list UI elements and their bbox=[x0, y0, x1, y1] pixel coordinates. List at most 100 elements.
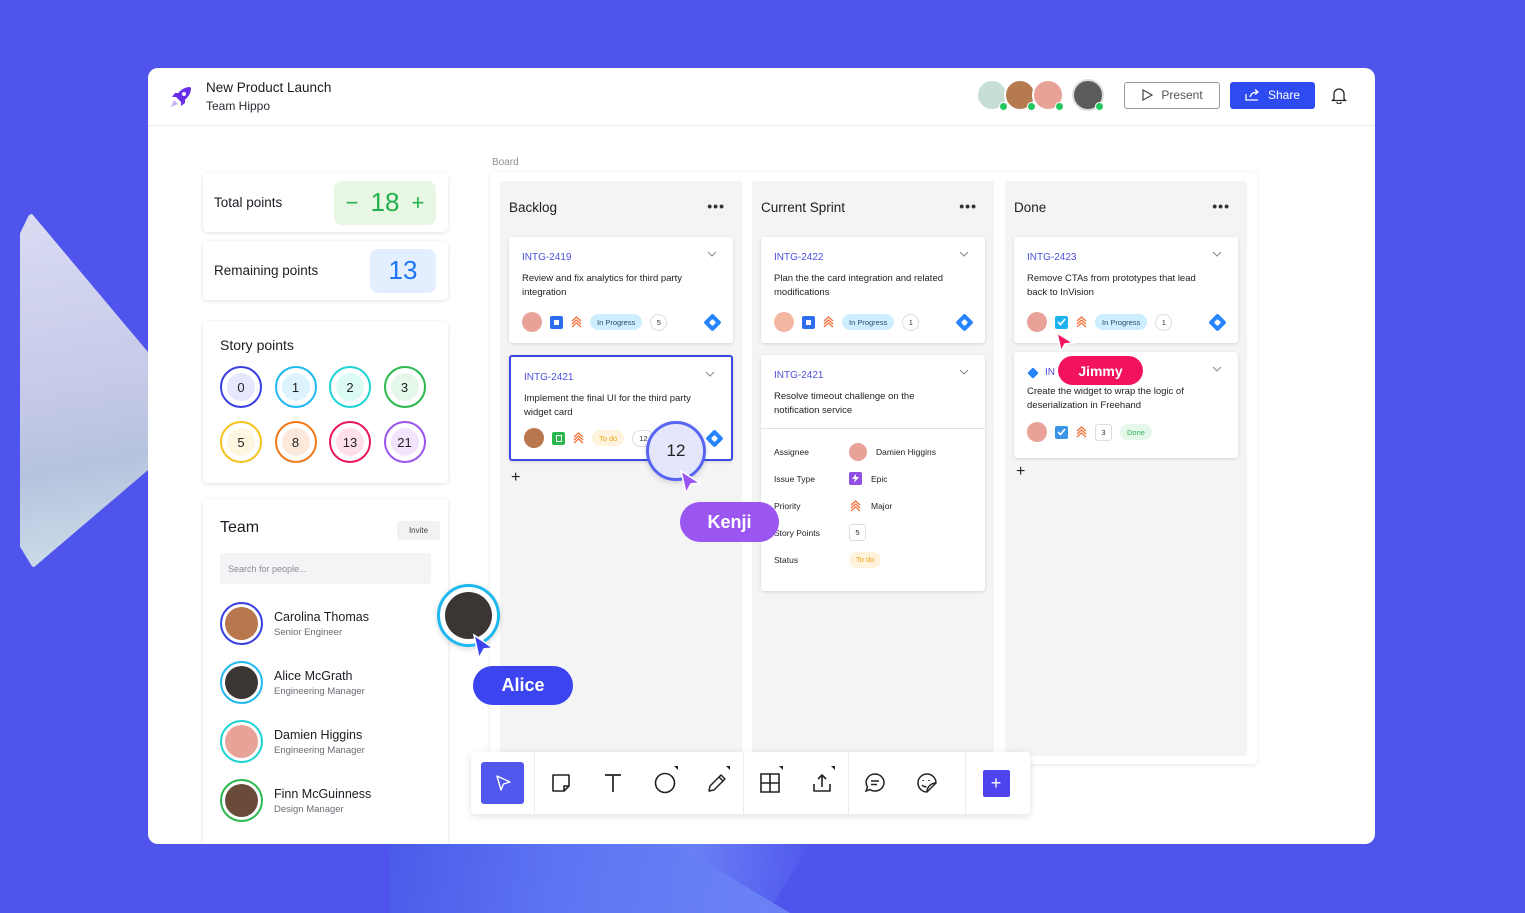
story-point-option[interactable]: 3 bbox=[383, 366, 426, 408]
member-name: Carolina Thomas bbox=[274, 609, 369, 624]
issue-card[interactable]: INTG-2422 Plan the the card integration … bbox=[761, 237, 985, 343]
story-points-title: Story points bbox=[220, 337, 294, 353]
priority-value[interactable]: Major bbox=[871, 501, 892, 511]
member-avatar bbox=[220, 720, 263, 763]
sticker-tool-button[interactable] bbox=[901, 752, 953, 814]
submenu-indicator bbox=[831, 766, 835, 770]
issue-id[interactable]: IN bbox=[1045, 367, 1055, 378]
story-points-value[interactable]: 5 bbox=[849, 524, 866, 541]
issue-description: Remove CTAs from prototypes that lead ba… bbox=[1027, 273, 1196, 298]
member-name: Alice McGrath bbox=[274, 668, 353, 683]
team-member[interactable]: Alice McGrath Engineering Manager bbox=[220, 661, 431, 704]
issue-id[interactable]: INTG-2419 bbox=[522, 252, 571, 263]
pencil-icon bbox=[708, 774, 726, 792]
jira-icon bbox=[955, 312, 974, 332]
column-more-button[interactable]: ••• bbox=[959, 198, 977, 214]
status-badge[interactable]: To do bbox=[849, 551, 882, 568]
member-avatar bbox=[220, 602, 263, 645]
notification-bell-icon[interactable] bbox=[1331, 86, 1347, 104]
online-indicator bbox=[1095, 102, 1104, 111]
column-more-button[interactable]: ••• bbox=[707, 198, 725, 214]
invite-button[interactable]: Invite bbox=[397, 521, 440, 540]
comment-tool-button[interactable] bbox=[849, 752, 901, 814]
circle-shape-icon bbox=[654, 772, 676, 794]
sticky-note-tool-button[interactable] bbox=[535, 752, 587, 814]
shape-tool-button[interactable] bbox=[639, 752, 691, 814]
add-card-button[interactable]: + bbox=[1016, 463, 1025, 481]
story-point-option[interactable]: 21 bbox=[383, 421, 426, 463]
upload-tool-button[interactable] bbox=[796, 752, 848, 814]
pen-tool-button[interactable] bbox=[691, 752, 743, 814]
remaining-points-label: Remaining points bbox=[214, 263, 319, 278]
present-button[interactable]: Present bbox=[1124, 81, 1220, 109]
task-type-icon bbox=[802, 315, 815, 329]
column-title: Backlog bbox=[509, 200, 558, 215]
alice-cursor-icon bbox=[472, 633, 496, 661]
story-point-value: 21 bbox=[390, 428, 419, 456]
team-member[interactable]: Damien Higgins Engineering Manager bbox=[220, 720, 431, 763]
member-name: Damien Higgins bbox=[274, 727, 363, 742]
story-point-option[interactable]: 13 bbox=[329, 421, 371, 463]
issue-id[interactable]: INTG-2421 bbox=[524, 372, 573, 383]
collaborator-avatar[interactable] bbox=[1072, 79, 1104, 111]
share-button[interactable]: Share bbox=[1230, 81, 1315, 109]
story-point-value: 0 bbox=[227, 373, 255, 401]
column-more-button[interactable]: ••• bbox=[1212, 198, 1230, 214]
status-badge: To do bbox=[592, 430, 625, 446]
team-member[interactable]: Finn McGuinness Design Manager bbox=[220, 779, 431, 822]
issue-card-expanded[interactable]: INTG-2421 Resolve timeout challenge on t… bbox=[761, 355, 985, 591]
story-point-option[interactable]: 2 bbox=[329, 366, 371, 408]
story-points-options: 0 1 2 3 5 8 13 21 bbox=[220, 366, 431, 463]
issue-id[interactable]: INTG-2422 bbox=[774, 252, 823, 263]
issue-card[interactable]: INTG-2423 Remove CTAs from prototypes th… bbox=[1014, 237, 1238, 343]
add-tool-button[interactable]: + bbox=[966, 752, 1026, 814]
priority-major-icon bbox=[1076, 316, 1087, 328]
table-tool-button[interactable] bbox=[744, 752, 796, 814]
share-icon bbox=[1245, 89, 1259, 101]
share-label: Share bbox=[1267, 88, 1301, 102]
increment-button[interactable]: + bbox=[411, 190, 424, 216]
sticky-note-icon bbox=[552, 774, 570, 792]
plus-icon: + bbox=[982, 769, 1010, 797]
issue-id[interactable]: INTG-2421 bbox=[774, 370, 823, 381]
assignee-avatar bbox=[1027, 422, 1047, 442]
member-role: Engineering Manager bbox=[274, 685, 365, 697]
issue-card[interactable]: INTG-2419 Review and fix analytics for t… bbox=[509, 237, 733, 343]
story-points-count: 3 bbox=[1095, 423, 1112, 441]
issue-type-value[interactable]: Epic bbox=[871, 474, 888, 484]
jira-icon bbox=[705, 428, 724, 448]
add-card-button[interactable]: + bbox=[511, 469, 520, 487]
team-name: Team Hippo bbox=[206, 99, 271, 113]
chevron-down-icon[interactable] bbox=[705, 369, 715, 379]
decrement-button[interactable]: − bbox=[346, 190, 359, 216]
canvas-toolbar: + bbox=[471, 752, 1030, 814]
member-name: Finn McGuinness bbox=[274, 786, 372, 801]
chevron-down-icon[interactable] bbox=[1212, 364, 1222, 374]
online-indicator bbox=[1055, 102, 1064, 111]
status-badge: In Progress bbox=[1095, 314, 1148, 330]
priority-major-icon bbox=[850, 499, 861, 511]
text-tool-button[interactable] bbox=[587, 752, 639, 814]
story-point-option[interactable]: 8 bbox=[274, 421, 317, 463]
detail-label: Status bbox=[774, 554, 799, 565]
collaborator-avatar[interactable] bbox=[1032, 79, 1064, 111]
chevron-down-icon[interactable] bbox=[1212, 249, 1222, 259]
chevron-down-icon[interactable] bbox=[959, 249, 969, 259]
story-point-option[interactable]: 1 bbox=[274, 366, 317, 408]
chevron-down-icon[interactable] bbox=[707, 249, 717, 259]
priority-major-icon bbox=[823, 316, 834, 328]
comment-icon bbox=[864, 773, 885, 793]
story-point-option[interactable]: 5 bbox=[220, 421, 262, 463]
header: New Product Launch Team Hippo Present Sh… bbox=[148, 68, 1375, 126]
story-point-value: 13 bbox=[336, 428, 364, 456]
issue-id[interactable]: INTG-2423 bbox=[1027, 252, 1076, 263]
story-point-option[interactable]: 0 bbox=[220, 366, 262, 408]
assignee-value[interactable]: Damien Higgins bbox=[876, 447, 936, 457]
team-member[interactable]: Carolina Thomas Senior Engineer bbox=[220, 602, 431, 645]
column-title: Done bbox=[1014, 200, 1047, 215]
jimmy-cursor-label: Jimmy bbox=[1058, 356, 1143, 385]
chevron-down-icon[interactable] bbox=[959, 367, 969, 377]
search-people-input[interactable]: Search for people... bbox=[220, 553, 431, 584]
sticker-smile-icon bbox=[917, 773, 937, 793]
select-tool-button[interactable] bbox=[471, 752, 534, 814]
